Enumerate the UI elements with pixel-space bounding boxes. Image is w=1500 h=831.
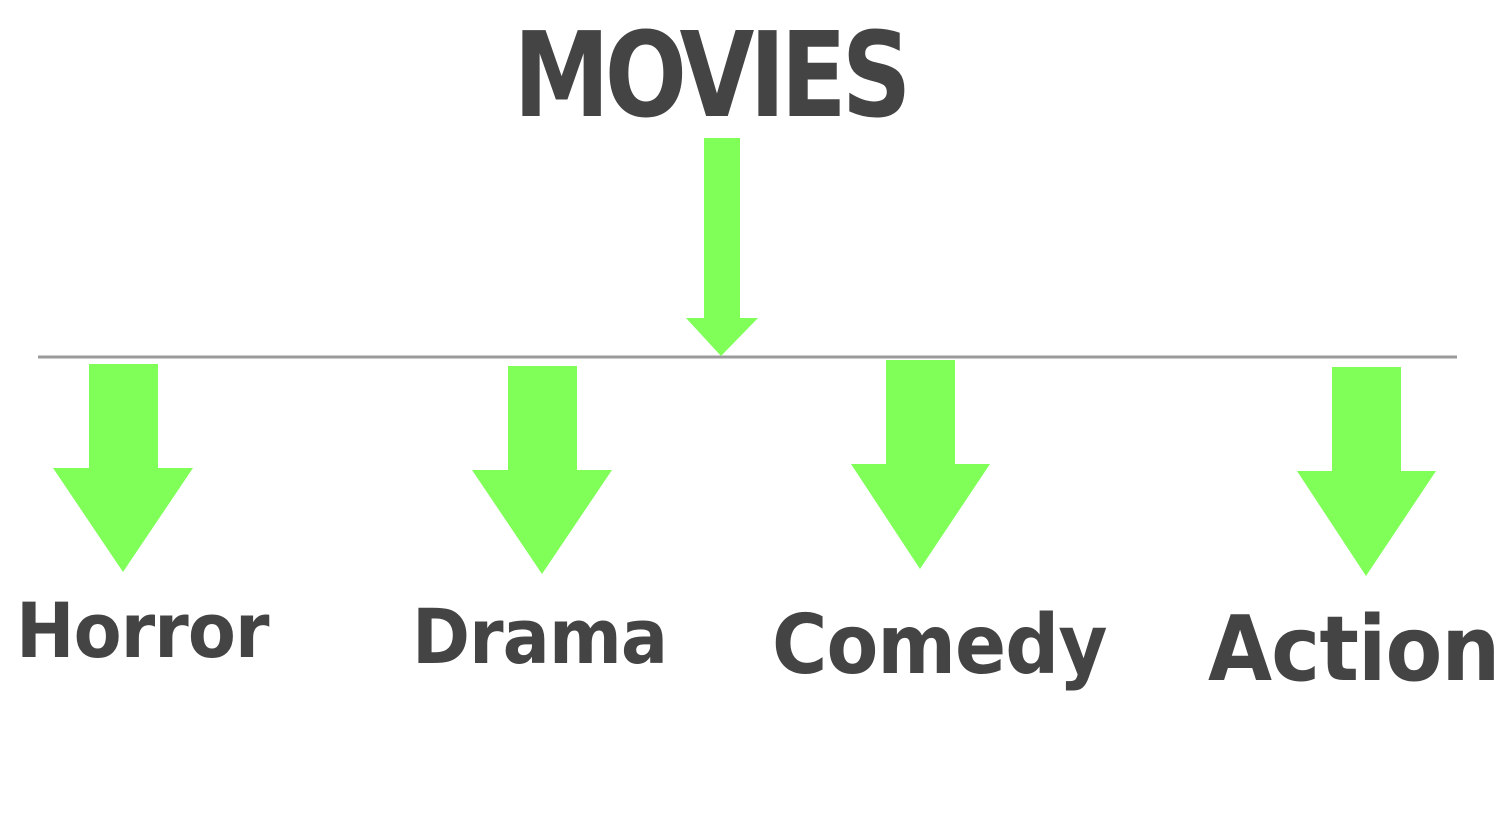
category-label-drama: Drama: [412, 592, 668, 681]
horror-arrow-icon: [53, 364, 193, 572]
drama-arrow-icon: [472, 366, 612, 574]
action-arrow-icon: [1297, 367, 1436, 576]
comedy-arrow-icon: [851, 360, 990, 569]
category-label-action: Action: [1208, 597, 1500, 702]
main-arrow-icon: [686, 138, 758, 356]
category-label-comedy: Comedy: [772, 598, 1108, 693]
category-label-horror: Horror: [16, 586, 269, 675]
diagram-canvas: [38, 138, 1457, 576]
